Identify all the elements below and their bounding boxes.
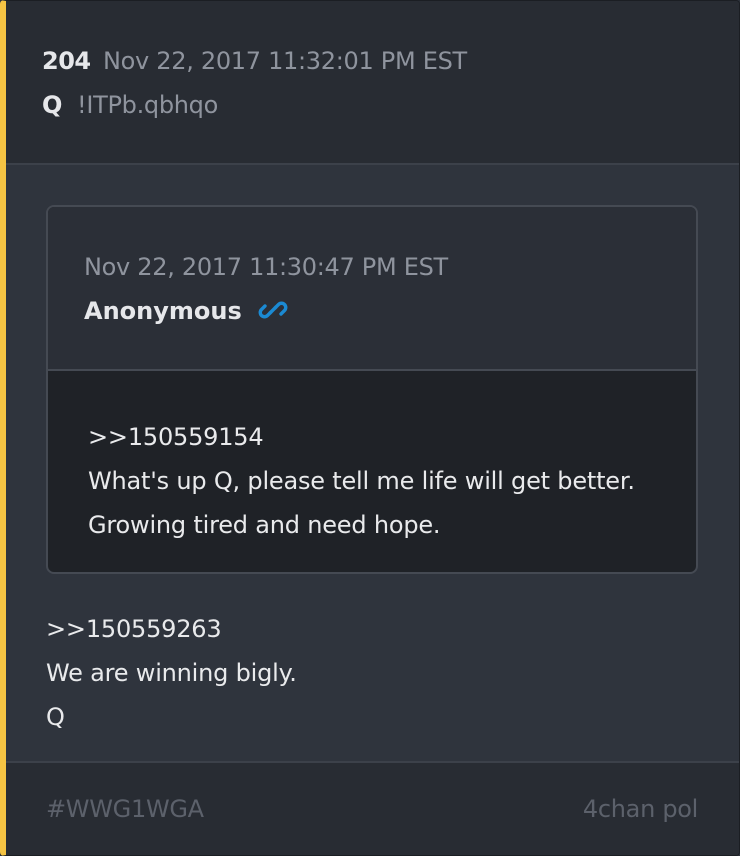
post-header: 204 Nov 22, 2017 11:32:01 PM EST Q !ITPb… bbox=[6, 1, 739, 165]
post-number[interactable]: 204 bbox=[42, 47, 91, 75]
quoted-post-header: Nov 22, 2017 11:30:47 PM EST Anonymous bbox=[48, 207, 696, 371]
post-signature: Q bbox=[46, 703, 65, 731]
quoted-post-timestamp: Nov 22, 2017 11:30:47 PM EST bbox=[84, 253, 448, 281]
post-text-line: We are winning bigly. bbox=[46, 659, 297, 687]
post-timestamp: Nov 22, 2017 11:32:01 PM EST bbox=[103, 47, 467, 75]
post-card: 204 Nov 22, 2017 11:32:01 PM EST Q !ITPb… bbox=[0, 0, 740, 856]
quoted-post-text-line: Growing tired and need hope. bbox=[88, 511, 441, 539]
hashtag[interactable]: #WWG1WGA bbox=[46, 795, 204, 823]
quoted-post-body: >>150559154 What's up Q, please tell me … bbox=[88, 415, 678, 547]
post-source: 4chan pol bbox=[582, 795, 698, 823]
post-body: >>150559263 We are winning bigly. Q bbox=[46, 607, 696, 739]
post-tripcode: !ITPb.qbhqo bbox=[77, 91, 218, 119]
quoted-post-author: Anonymous bbox=[84, 297, 242, 325]
post-author: Q bbox=[42, 91, 63, 119]
quoted-post: Nov 22, 2017 11:30:47 PM EST Anonymous >… bbox=[46, 205, 698, 574]
quoted-post-reply-link[interactable]: >>150559154 bbox=[88, 415, 678, 459]
post-footer: #WWG1WGA 4chan pol bbox=[6, 761, 739, 855]
link-icon[interactable] bbox=[258, 295, 288, 325]
post-reply-link[interactable]: >>150559263 bbox=[46, 607, 696, 651]
quoted-post-text-line: What's up Q, please tell me life will ge… bbox=[88, 467, 635, 495]
